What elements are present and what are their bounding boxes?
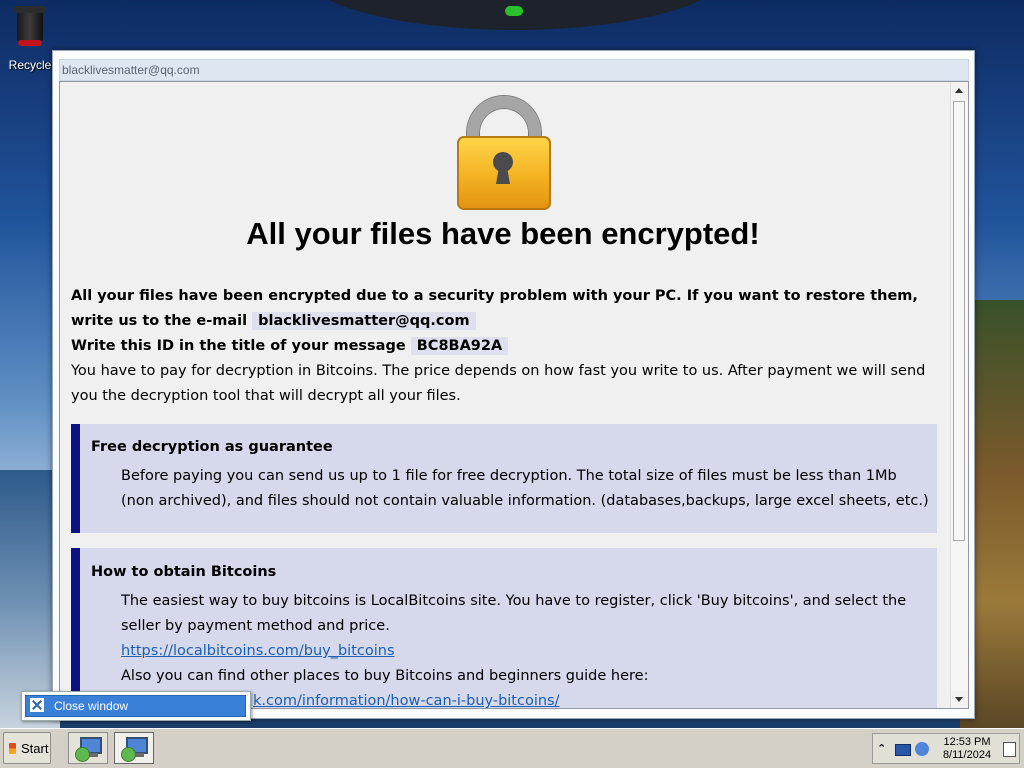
ransom-note-window: blacklivesmatter@qq.com All your files h…	[52, 50, 975, 719]
clock-date: 8/11/2024	[942, 749, 992, 761]
free-decryption-box: Free decryption as guarantee Before payi…	[71, 424, 937, 533]
obtain-bitcoins-box: How to obtain Bitcoins The easiest way t…	[71, 548, 937, 708]
intro-paragraph: All your files have been encrypted due t…	[71, 284, 931, 334]
free-decryption-heading: Free decryption as guarantee	[91, 439, 333, 455]
note-content: All your files have been encrypted! All …	[60, 82, 946, 708]
wallpaper-shore	[0, 470, 60, 728]
vertical-scrollbar[interactable]	[950, 82, 968, 708]
id-paragraph: Write this ID in the title of your messa…	[71, 334, 931, 359]
headline: All your files have been encrypted!	[246, 216, 760, 251]
taskbar-app-button[interactable]	[68, 732, 108, 764]
taskbar-app-button-active[interactable]	[114, 732, 154, 764]
network-icon[interactable]	[895, 744, 911, 756]
recycle-bin-label: Recycle	[8, 58, 52, 72]
globe-icon	[121, 747, 136, 762]
window-title-bar[interactable]: blacklivesmatter@qq.com	[59, 59, 969, 81]
scroll-up-arrow-icon[interactable]	[951, 82, 968, 99]
free-decryption-body: Before paying you can send us up to 1 fi…	[121, 468, 929, 509]
contact-email[interactable]: blacklivesmatter@qq.com	[252, 312, 476, 330]
localbitcoins-link[interactable]: https://localbitcoins.com/buy_bitcoins	[121, 643, 395, 659]
payment-paragraph: You have to pay for decryption in Bitcoi…	[71, 363, 926, 404]
start-button[interactable]: Start	[3, 732, 51, 764]
close-window-menu: Close window	[21, 691, 251, 721]
led-icon	[505, 6, 523, 16]
id-instruction: Write this ID in the title of your messa…	[71, 338, 406, 354]
other-places-text: Also you can find other places to buy Bi…	[121, 668, 649, 684]
globe-icon	[75, 747, 90, 762]
taskbar: Start ⌃ 12:53 PM 8/11/2024	[0, 728, 1024, 768]
tray-expand-icon[interactable]: ⌃	[877, 742, 886, 755]
windows-flag-icon	[9, 743, 16, 754]
recycle-bin-icon	[13, 4, 47, 46]
window-title: blacklivesmatter@qq.com	[62, 63, 200, 77]
padlock-icon	[455, 96, 553, 212]
system-tray: ⌃ 12:53 PM 8/11/2024	[872, 733, 1020, 764]
close-icon	[30, 698, 44, 712]
obtain-bitcoins-text: The easiest way to buy bitcoins is Local…	[121, 593, 907, 634]
intro-text: All your files have been encrypted due t…	[71, 288, 918, 329]
recycle-bin-shortcut[interactable]: Recycle	[6, 4, 54, 72]
clock-time: 12:53 PM	[943, 736, 991, 748]
content-frame: All your files have been encrypted! All …	[59, 81, 969, 709]
scroll-down-arrow-icon[interactable]	[951, 691, 968, 708]
scroll-thumb[interactable]	[953, 101, 965, 541]
volume-icon[interactable]	[915, 742, 929, 756]
obtain-bitcoins-heading: How to obtain Bitcoins	[91, 564, 277, 580]
victim-id[interactable]: BC8BA92A	[410, 337, 509, 355]
bitcoin-guide-link[interactable]: k.com/information/how-can-i-buy-bitcoins…	[253, 693, 560, 708]
notification-icon[interactable]	[1003, 742, 1016, 757]
close-window-item[interactable]: Close window	[25, 695, 246, 717]
start-label: Start	[21, 741, 49, 756]
close-window-label: Close window	[54, 699, 129, 713]
clock[interactable]: 12:53 PM 8/11/2024	[933, 736, 1001, 762]
